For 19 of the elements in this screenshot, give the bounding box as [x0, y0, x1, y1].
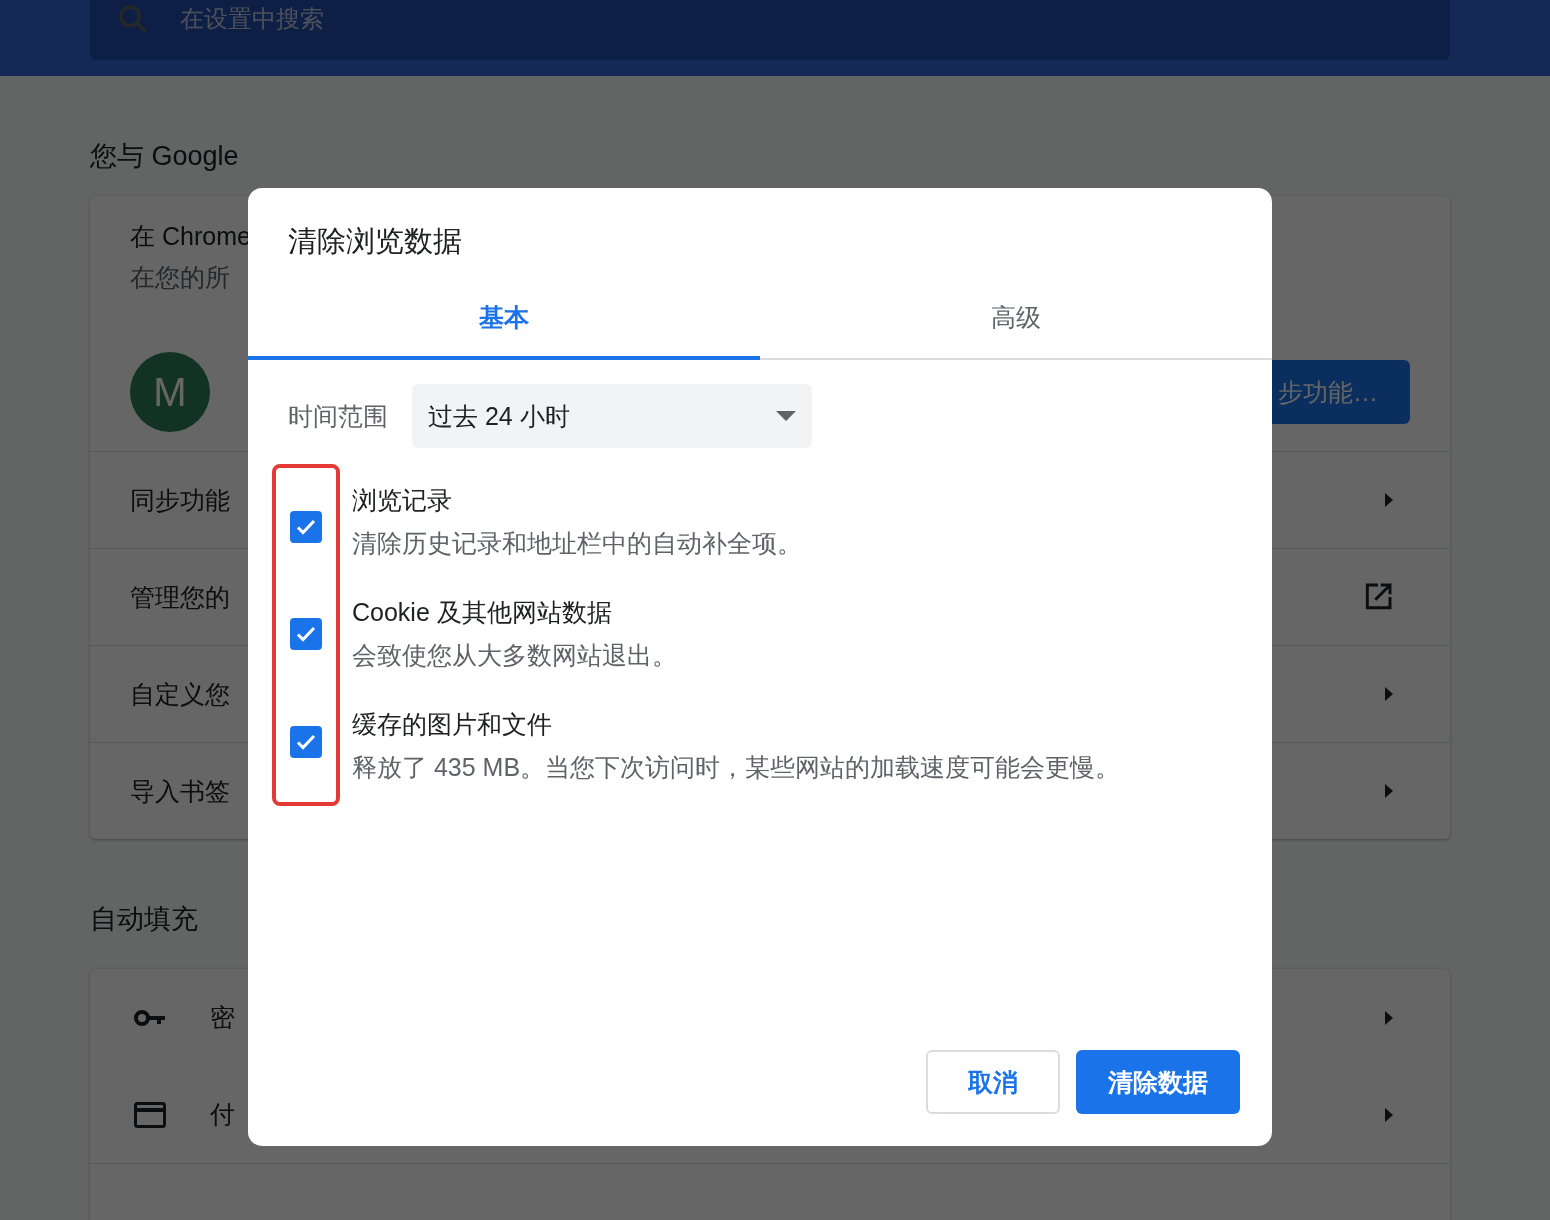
option-description: 清除历史记录和地址栏中的自动补全项。	[352, 528, 803, 559]
section-title: 自动填充	[90, 903, 199, 936]
option-description: 会致使您从大多数网站退出。	[352, 640, 678, 671]
time-range-label: 时间范围	[288, 400, 388, 432]
option-description: 释放了 435 MB。当您下次访问时，某些网站的加载速度可能会更慢。	[352, 752, 1121, 783]
row-label: 管理您的	[130, 581, 230, 613]
option-title: Cookie 及其他网站数据	[352, 597, 613, 628]
option-title: 浏览记录	[352, 485, 453, 516]
sync-subtitle: 在您的所	[130, 262, 230, 293]
avatar: M	[130, 352, 210, 432]
section-title: 您与 Google	[90, 140, 240, 173]
row-label: 导入书签	[130, 775, 230, 807]
option-title: 缓存的图片和文件	[352, 709, 553, 740]
row-label: 密	[210, 1002, 235, 1033]
row-label: 自定义您	[130, 678, 230, 710]
sync-title: 在 Chrome	[130, 221, 251, 252]
row-label: 同步功能	[130, 484, 230, 516]
dialog-title: 清除浏览数据	[287, 224, 463, 259]
row-label: 付	[210, 1099, 235, 1130]
